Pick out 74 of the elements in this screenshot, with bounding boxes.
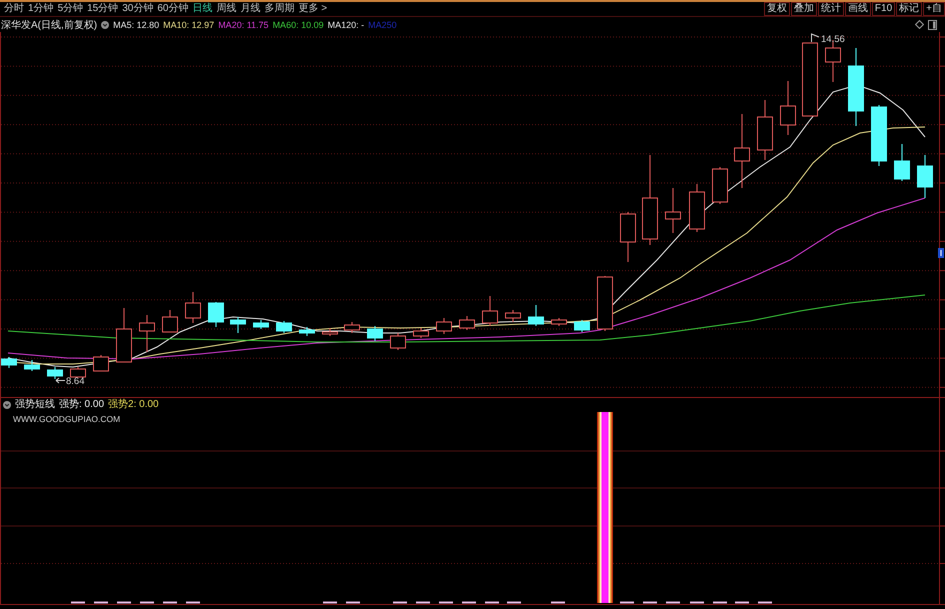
candlestick: [689, 184, 705, 232]
candlestick: [208, 302, 224, 328]
ma-value: MA20: 11.75: [218, 18, 269, 30]
toolbar-button[interactable]: F10: [872, 2, 896, 16]
indicator-value: 强势: 0.00: [59, 399, 104, 411]
ma-value: MA120: -: [328, 18, 364, 30]
period-tab[interactable]: 月线: [240, 3, 260, 15]
leader-line: [811, 33, 820, 42]
candlestick: [413, 328, 429, 338]
indicator-value: 强势2: 0.00: [108, 399, 159, 411]
candlestick: [551, 318, 567, 326]
indicator-name: 强势短线: [15, 399, 55, 411]
toolbar-button[interactable]: 统计: [818, 2, 844, 16]
candlestick: [93, 354, 109, 372]
candlestick: [116, 308, 132, 362]
candlestick: [1, 356, 17, 368]
candlestick: [139, 314, 155, 352]
period-tab[interactable]: 日线: [192, 3, 212, 15]
marker-icon[interactable]: [938, 248, 944, 258]
ma-value: MA10: 12.97: [163, 18, 214, 30]
toolbar-button[interactable]: 叠加: [790, 2, 817, 16]
period-tab[interactable]: 分时: [4, 3, 24, 15]
candlestick: [459, 316, 475, 330]
toolbar-button[interactable]: 标记: [896, 2, 922, 16]
candlestick: [299, 326, 315, 336]
toolbar-button[interactable]: +自: [923, 2, 945, 16]
ma-value: MA60: 10.09: [272, 18, 324, 30]
high-price-label: 14.56: [821, 34, 845, 45]
panel-icon[interactable]: [928, 20, 937, 30]
candlestick: [871, 104, 887, 166]
candlestick: [322, 328, 338, 336]
candlestick: [367, 326, 383, 342]
stock-title: 深华发A(日线,前复权): [1, 18, 98, 32]
candlestick: [253, 320, 269, 330]
candlestick: [665, 188, 681, 234]
period-tab[interactable]: 周线: [216, 3, 236, 15]
leader-arrow: [56, 378, 66, 384]
ma-value: MA250: [368, 18, 397, 30]
low-price-label: 8.64: [66, 376, 84, 387]
candlestick: [70, 366, 86, 378]
candlestick: [24, 360, 40, 372]
candlestick: [505, 310, 521, 322]
candlestick: [276, 320, 292, 334]
diamond-icon[interactable]: [915, 20, 924, 29]
dropdown-icon[interactable]: [3, 401, 11, 409]
ma-value: MA5: 12.80: [113, 18, 160, 30]
toolbar-button[interactable]: 画线: [844, 2, 871, 16]
candlestick: [597, 276, 613, 332]
period-tab[interactable]: 60分钟: [157, 3, 188, 15]
candlestick: [780, 80, 796, 136]
period-tab[interactable]: 1分钟: [28, 3, 54, 15]
period-tab[interactable]: 30分钟: [122, 3, 154, 15]
period-tab[interactable]: 5分钟: [58, 3, 84, 15]
candlestick: [917, 154, 933, 198]
dropdown-icon[interactable]: [101, 20, 110, 28]
candlestick: [894, 144, 910, 182]
period-tab[interactable]: 更多 >: [298, 3, 328, 15]
candlestick: [344, 322, 360, 334]
candlestick: [185, 292, 201, 324]
candlestick: [47, 366, 63, 380]
candlestick: [620, 212, 636, 262]
website-text: WWW.GOODGUPIAO.COM: [13, 414, 120, 424]
period-tab[interactable]: 15分钟: [87, 3, 118, 15]
candlestick: [230, 316, 246, 334]
candlestick: [482, 296, 498, 326]
period-tab[interactable]: 多周期: [264, 3, 294, 15]
candlestick: [757, 100, 773, 160]
candlestick: [528, 304, 544, 326]
toolbar-button[interactable]: 复权: [764, 2, 790, 16]
candlestick: [574, 320, 590, 332]
candlestick: [162, 310, 178, 332]
candlestick: [390, 332, 406, 350]
candlestick: [712, 166, 728, 204]
candlestick: [436, 318, 452, 334]
